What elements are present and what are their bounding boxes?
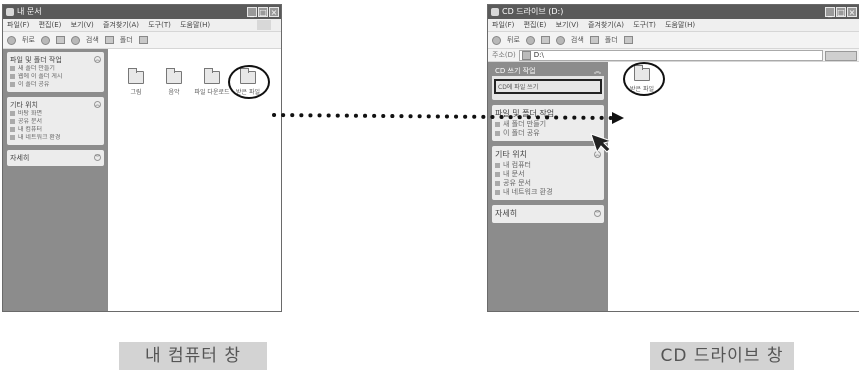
- arrow-head-icon: [612, 112, 624, 124]
- mouse-cursor-icon: [590, 133, 613, 154]
- caption-cd-drive: CD 드라이브 창: [650, 342, 794, 370]
- caption-my-computer: 내 컴퓨터 창: [119, 342, 267, 370]
- dotted-line: [272, 113, 614, 120]
- drag-arrow: [272, 112, 624, 154]
